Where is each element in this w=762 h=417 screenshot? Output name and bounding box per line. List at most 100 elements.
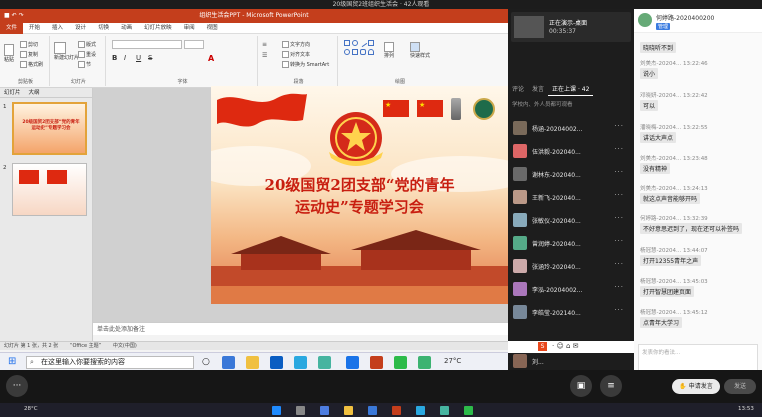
browser-icon[interactable] [368, 406, 377, 415]
more-icon[interactable]: ··· [614, 168, 624, 176]
undo-icon[interactable]: ↶ [12, 12, 19, 19]
start-icon[interactable] [272, 406, 281, 415]
more-icon[interactable]: ··· [614, 214, 624, 222]
tab-view[interactable]: 视图 [201, 23, 224, 34]
arch-shape-icon[interactable] [368, 49, 374, 55]
tab-speak[interactable]: 发言 [528, 84, 548, 96]
tab-design[interactable]: 设计 [69, 23, 92, 34]
bullets-icon[interactable]: ≡ [262, 41, 267, 48]
participant-row[interactable]: 曾润婷-202040... ··· [508, 232, 634, 254]
audience-scope-label[interactable]: 学校内、外人员都可观看 [512, 100, 573, 108]
mail-app-icon[interactable] [294, 356, 307, 369]
tab-transitions[interactable]: 切换 [92, 23, 115, 34]
format-painter-button[interactable]: 格式刷 [20, 61, 43, 68]
tab-file[interactable]: 文件 [0, 22, 24, 34]
edge-app-icon[interactable] [222, 356, 235, 369]
file-explorer-icon[interactable] [246, 356, 259, 369]
app-icon-3[interactable] [440, 406, 449, 415]
sogou-s-icon[interactable]: S [538, 342, 547, 351]
layout-button[interactable]: 版式 [78, 41, 96, 48]
tab-in-class[interactable]: 正在上课 · 42 [548, 84, 594, 96]
reset-button[interactable]: 重设 [78, 51, 96, 58]
copy-button[interactable]: 复制 [20, 51, 38, 58]
slide-thumbnail-2[interactable] [12, 163, 87, 216]
redo-icon[interactable]: ↷ [19, 12, 26, 19]
participant-row[interactable]: 伍洪毅-202040... ··· [508, 140, 634, 162]
task-view-icon[interactable]: ○ [202, 357, 210, 367]
more-icon[interactable]: ··· [614, 283, 624, 291]
participant-row[interactable]: 李皓莹-202140... ··· [508, 301, 634, 323]
tab-review[interactable]: 审阅 [178, 23, 201, 34]
strikethrough-button[interactable]: S [148, 54, 152, 62]
wechat-app-icon[interactable] [394, 356, 407, 369]
participant-row[interactable]: 张涵玲-202040... ··· [508, 255, 634, 277]
arrange-button[interactable]: 排列 [384, 42, 395, 59]
taskview-icon[interactable] [320, 406, 329, 415]
screen-share-preview[interactable]: 正在演示-桌面 00:35:37 [511, 12, 631, 42]
tab-insert[interactable]: 插入 [46, 23, 69, 34]
more-icon[interactable]: ··· [614, 260, 624, 268]
new-slide-button[interactable]: 新建幻灯片 [54, 42, 79, 61]
app-icon-6[interactable] [346, 356, 359, 369]
screen-share-icon[interactable]: ▣ [570, 375, 592, 397]
windows-search-input[interactable]: ⌕ 在这里输入你要搜索的内容 [26, 356, 194, 369]
powerpoint-app-icon[interactable] [370, 356, 383, 369]
bold-button[interactable]: B [112, 54, 117, 62]
app-icon-4[interactable] [464, 406, 473, 415]
more-icon[interactable]: ··· [614, 191, 624, 199]
more-icon[interactable]: ··· [614, 237, 624, 245]
tab-comments[interactable]: 评论 [508, 84, 528, 96]
settings-list-icon[interactable]: ≡ [600, 375, 622, 397]
more-icon[interactable]: ··· [614, 122, 624, 130]
ime-tools-icon[interactable]: · ☺ ⌂ ✉ [552, 342, 579, 350]
italic-button[interactable]: I [124, 54, 126, 62]
tab-home[interactable]: 开始 [23, 23, 46, 34]
participant-row[interactable]: 张敏仪-202040... ··· [508, 209, 634, 231]
slide-thumbnail-1[interactable]: 20级国贸2团支部“党的青年运动史”专题学习会 [12, 102, 87, 155]
participant-row[interactable]: 谢林东-202040... ··· [508, 163, 634, 185]
store-app-icon[interactable] [270, 356, 283, 369]
windows-start-icon[interactable]: ⊞ [8, 356, 16, 367]
textbox-shape-icon[interactable] [368, 40, 374, 46]
cut-button[interactable]: 剪切 [20, 41, 38, 48]
participant-row[interactable]: 王新飞-202040... ··· [508, 186, 634, 208]
explorer-icon[interactable] [344, 406, 353, 415]
notes-pane[interactable]: 单击此处添加备注 [93, 322, 508, 335]
tab-animations[interactable]: 动画 [115, 23, 138, 34]
text-direction-button[interactable]: 文字方向 [282, 41, 310, 48]
send-button[interactable]: 发送 [724, 379, 756, 394]
paste-button[interactable]: 粘贴 [4, 44, 15, 63]
quick-access-toolbar[interactable]: ■↶↷ [4, 9, 26, 23]
app-icon[interactable] [392, 406, 401, 415]
section-button[interactable]: 节 [78, 61, 91, 68]
save-icon[interactable]: ■ [4, 12, 12, 19]
circle-shape-icon[interactable] [344, 49, 350, 55]
font-size-select[interactable] [184, 40, 204, 49]
font-color-icon[interactable]: A [208, 54, 214, 63]
participant-row[interactable]: 杨涵-20204002... ··· [508, 117, 634, 139]
current-slide[interactable]: ★ ★ 20级国贸2团支部“党的青年 运动史”专题学习会 [211, 86, 508, 304]
line-shape-icon[interactable] [358, 38, 368, 48]
font-name-select[interactable] [112, 40, 182, 49]
tab-slides[interactable]: 幻灯片 [0, 88, 25, 97]
quick-styles-button[interactable]: 快速样式 [410, 42, 430, 59]
more-icon[interactable]: ··· [614, 145, 624, 153]
rounded-rect-icon[interactable] [360, 49, 366, 55]
participant-row[interactable]: 李泓-20204002... ··· [508, 278, 634, 300]
square-shape-icon[interactable] [352, 49, 358, 55]
numbering-icon[interactable]: ☰ [262, 52, 267, 59]
tab-slideshow[interactable]: 幻灯片放映 [138, 23, 178, 34]
participant-row[interactable]: 刘... [508, 354, 634, 368]
smartart-button[interactable]: 转换为 SmartArt [282, 61, 329, 68]
app-icon-2[interactable] [416, 406, 425, 415]
rectangle-shape-icon[interactable] [344, 40, 350, 46]
app-icon-9[interactable] [418, 356, 431, 369]
more-options-button[interactable]: ··· [6, 375, 28, 397]
more-icon[interactable]: ··· [614, 306, 624, 314]
app-icon-5[interactable] [318, 356, 331, 369]
align-text-button[interactable]: 对齐文本 [282, 51, 310, 58]
search-icon[interactable] [296, 406, 305, 415]
oval-shape-icon[interactable] [352, 40, 358, 46]
apply-speak-button[interactable]: ✋ 申请发言 [672, 379, 720, 394]
tab-outline[interactable]: 大纲 [25, 88, 44, 97]
